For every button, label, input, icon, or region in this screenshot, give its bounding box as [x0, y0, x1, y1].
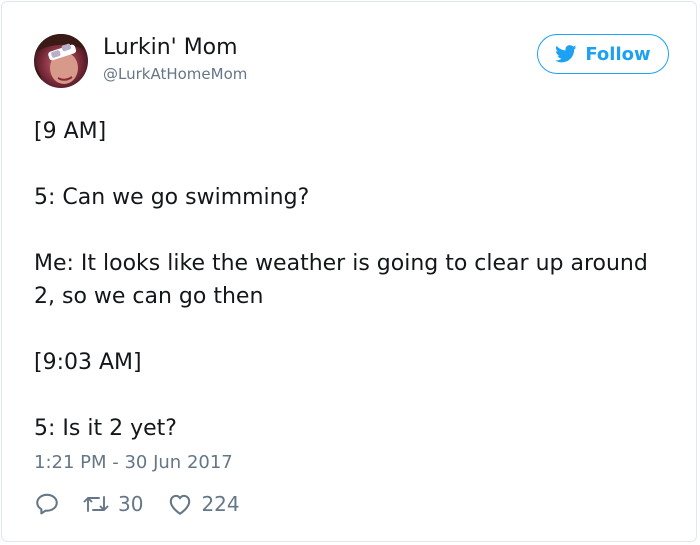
display-name[interactable]: Lurkin' Mom: [103, 35, 238, 60]
twitter-bird-icon: [555, 45, 577, 63]
like-button[interactable]: 224: [167, 492, 240, 516]
reply-button[interactable]: [34, 491, 60, 517]
tweet-timestamp[interactable]: 1:21 PM - 30 Jun 2017: [34, 452, 233, 473]
like-count: 224: [201, 492, 240, 516]
follow-button[interactable]: Follow: [537, 34, 669, 74]
heart-icon: [170, 494, 191, 515]
follow-button-label: Follow: [585, 43, 651, 65]
tweet-actions: 30 224: [34, 489, 240, 519]
avatar[interactable]: [34, 34, 88, 88]
reply-icon: [36, 493, 58, 515]
retweet-icon: [83, 496, 109, 512]
avatar-image: [34, 34, 88, 88]
tweet-card: Lurkin' Mom @LurkAtHomeMom Follow [9 AM]…: [1, 1, 697, 542]
tweet-text: [9 AM] 5: Can we go swimming? Me: It loo…: [34, 119, 648, 441]
retweet-count: 30: [118, 492, 144, 516]
retweet-button[interactable]: 30: [82, 492, 143, 516]
user-handle[interactable]: @LurkAtHomeMom: [103, 65, 247, 83]
